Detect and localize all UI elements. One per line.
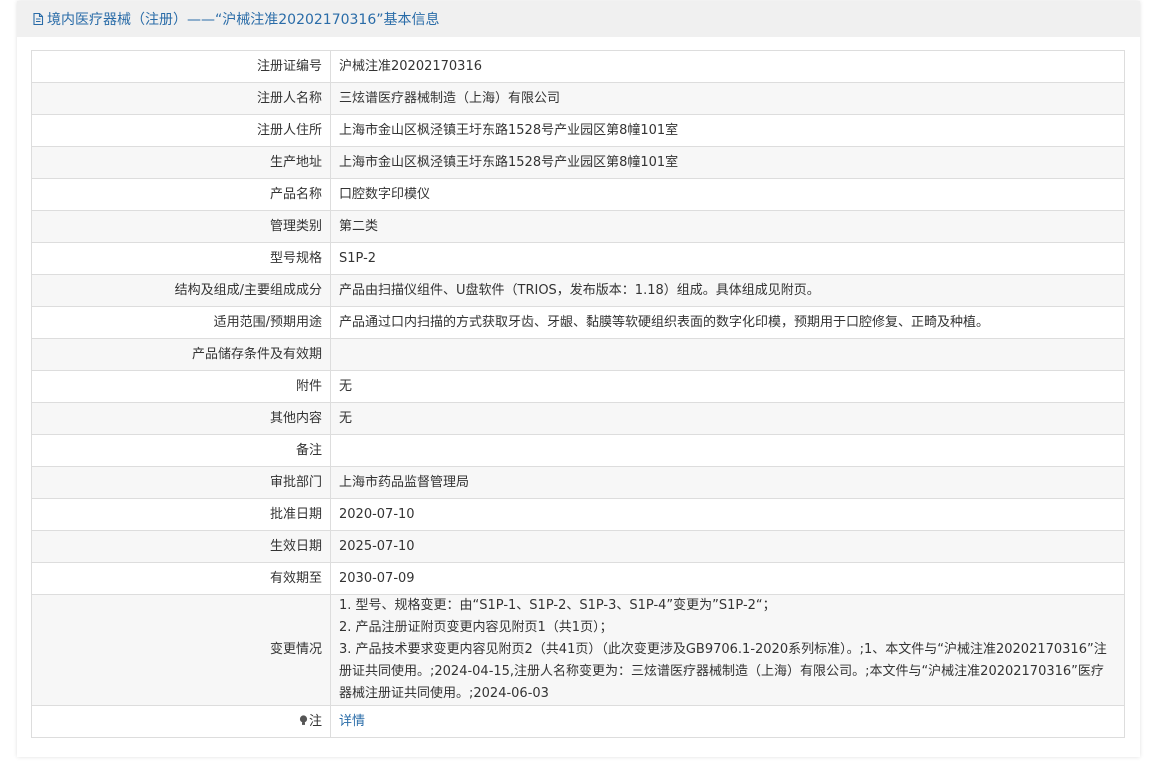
table-row: 型号规格 S1P-2: [31, 242, 1125, 275]
row-label: 产品储存条件及有效期: [31, 338, 331, 371]
note-label-cell: 注: [31, 705, 331, 738]
document-icon: [31, 12, 45, 26]
note-row: 注 详情: [31, 705, 1125, 738]
row-label: 型号规格: [31, 242, 331, 275]
row-label: 批准日期: [31, 498, 331, 531]
row-value: [330, 434, 1125, 467]
info-table: 注册证编号 沪械注准20202170316 注册人名称 三炫谱医疗器械制造（上海）有…: [31, 50, 1125, 738]
row-label: 生产地址: [31, 146, 331, 179]
row-value: 产品通过口内扫描的方式获取牙齿、牙龈、黏膜等软硬组织表面的数字化印模，预期用于口…: [330, 306, 1125, 339]
table-row: 备注: [31, 434, 1125, 467]
row-label: 结构及组成/主要组成成分: [31, 274, 331, 307]
change-line: 1. 型号、规格变更：由“S1P-1、S1P-2、S1P-3、S1P-4”变更为…: [339, 598, 776, 613]
row-value: 无: [330, 370, 1125, 403]
table-row: 附件无: [31, 370, 1125, 403]
row-value: 上海市药品监督管理局: [330, 466, 1125, 499]
note-label: 注: [308, 713, 322, 729]
row-value: 产品由扫描仪组件、U盘软件（TRIOS，发布版本：1.18）组成。具体组成见附页…: [330, 274, 1125, 307]
row-label: 审批部门: [31, 466, 331, 499]
change-value: 1. 型号、规格变更：由“S1P-1、S1P-2、S1P-3、S1P-4”变更为…: [330, 594, 1125, 706]
table-row: 注册证编号 沪械注准20202170316: [31, 50, 1125, 83]
table-row: 生效日期 2025-07-10: [31, 530, 1125, 563]
row-label: 注册人住所: [31, 114, 331, 147]
table-row: 审批部门 上海市药品监督管理局: [31, 466, 1125, 499]
row-label: 生效日期: [31, 530, 331, 563]
table-row: 有效期至 2030-07-09: [31, 562, 1125, 595]
table-row: 批准日期 2020-07-10: [31, 498, 1125, 531]
detail-link[interactable]: 详情: [339, 714, 365, 729]
table-row: 注册人名称 三炫谱医疗器械制造（上海）有限公司: [31, 82, 1125, 115]
row-label: 有效期至: [31, 562, 331, 595]
row-value: 2030-07-09: [330, 562, 1125, 595]
row-label: 适用范围/预期用途: [31, 306, 331, 339]
row-label: 产品名称: [31, 178, 331, 211]
table-row: 注册人住所 上海市金山区枫泾镇王圩东路1528号产业园区第8幢101室: [31, 114, 1125, 147]
info-panel: 境内医疗器械（注册）——“沪械注准20202170316”基本信息 注册证编号沪…: [17, 1, 1140, 757]
row-value: 2025-07-10: [330, 530, 1125, 563]
row-value: 2020-07-10: [330, 498, 1125, 531]
row-value: 沪械注准20202170316: [330, 50, 1125, 83]
row-label: 注册人名称: [31, 82, 331, 115]
row-value: 上海市金山区枫泾镇王圩东路1528号产业园区第8幢101室: [330, 114, 1125, 147]
change-line: 3. 产品技术要求变更内容见附页2（共41页）（此次变更涉及GB9706.1-2…: [339, 642, 1107, 701]
lightbulb-icon: [299, 712, 308, 725]
table-row: 生产地址 上海市金山区枫泾镇王圩东路1528号产业园区第8幢101室: [31, 146, 1125, 179]
row-value: 三炫谱医疗器械制造（上海）有限公司: [330, 82, 1125, 115]
table-row: 产品储存条件及有效期: [31, 338, 1125, 371]
row-value: 第二类: [330, 210, 1125, 243]
row-label: 附件: [31, 370, 331, 403]
table-row: 结构及组成/主要组成成分 产品由扫描仪组件、U盘软件（TRIOS，发布版本：1.1…: [31, 274, 1125, 307]
row-label: 管理类别: [31, 210, 331, 243]
row-label: 注册证编号: [31, 50, 331, 83]
table-row: 管理类别 第二类: [31, 210, 1125, 243]
panel-header: 境内医疗器械（注册）——“沪械注准20202170316”基本信息: [17, 1, 1140, 37]
change-row: 变更情况 1. 型号、规格变更：由“S1P-1、S1P-2、S1P-3、S1P-…: [31, 594, 1125, 706]
row-value: 无: [330, 402, 1125, 435]
row-label: 其他内容: [31, 402, 331, 435]
page-title: 境内医疗器械（注册）——“沪械注准20202170316”基本信息: [47, 12, 440, 28]
row-label: 备注: [31, 434, 331, 467]
note-value: 详情: [330, 705, 1125, 738]
table-row: 其他内容无: [31, 402, 1125, 435]
row-value: 上海市金山区枫泾镇王圩东路1528号产业园区第8幢101室: [330, 146, 1125, 179]
change-label: 变更情况: [31, 594, 331, 706]
row-value: [330, 338, 1125, 371]
row-value: 口腔数字印模仪: [330, 178, 1125, 211]
table-row: 适用范围/预期用途 产品通过口内扫描的方式获取牙齿、牙龈、黏膜等软硬组织表面的数字…: [31, 306, 1125, 339]
table-row: 产品名称 口腔数字印模仪: [31, 178, 1125, 211]
row-value: S1P-2: [330, 242, 1125, 275]
change-line: 2. 产品注册证附页变更内容见附页1（共1页）；: [339, 620, 613, 635]
